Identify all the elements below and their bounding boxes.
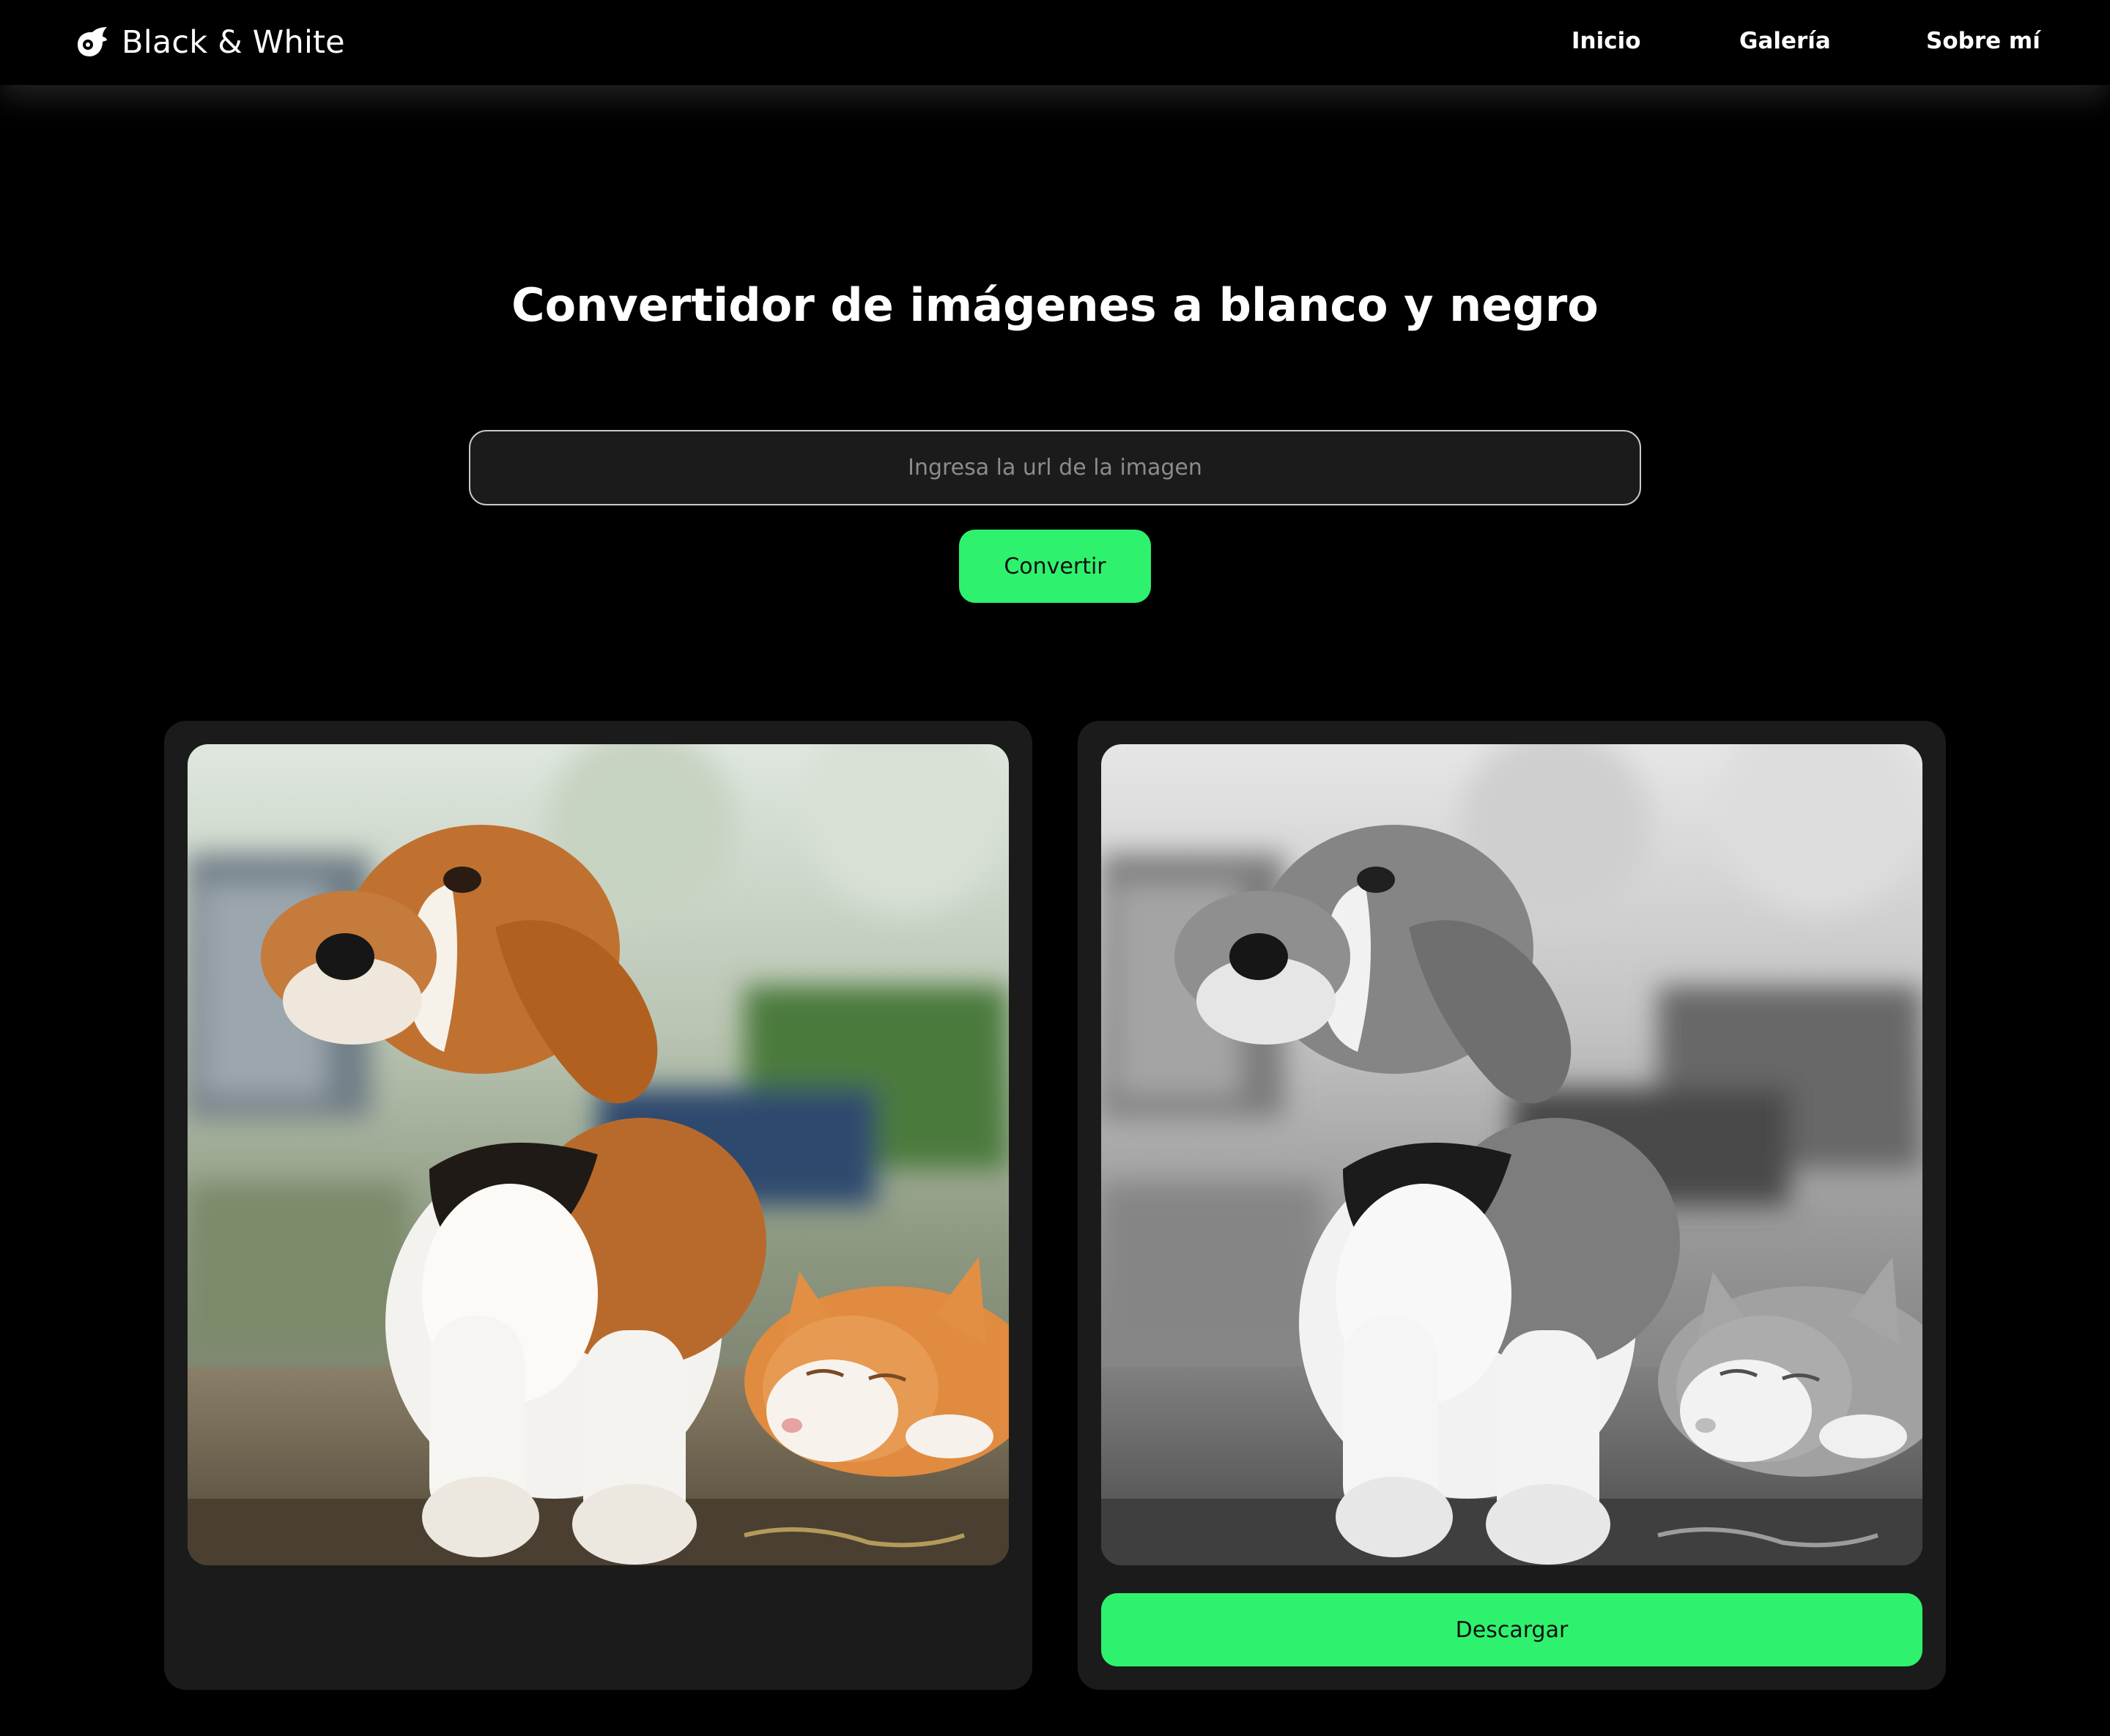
convert-button[interactable]: Convertir [959, 530, 1151, 603]
download-button[interactable]: Descargar [1101, 1593, 1922, 1666]
nav-link-galeria[interactable]: Galería [1739, 28, 1831, 54]
original-image [188, 744, 1009, 1565]
converted-image-card: Descargar [1078, 721, 1946, 1690]
brand-name: Black & White [122, 24, 345, 61]
navbar: Black & White Inicio Galería Sobre mí [0, 0, 2110, 85]
nav-link-inicio[interactable]: Inicio [1572, 28, 1641, 54]
bird-icon [78, 27, 107, 56]
page-title: Convertidor de imágenes a blanco y negro [511, 278, 1599, 332]
original-image-card [164, 721, 1032, 1690]
image-url-input[interactable] [469, 430, 1641, 505]
converted-image [1101, 744, 1922, 1565]
nav-link-sobre-mi[interactable]: Sobre mí [1926, 28, 2040, 54]
brand-logo[interactable]: Black & White [75, 21, 345, 64]
